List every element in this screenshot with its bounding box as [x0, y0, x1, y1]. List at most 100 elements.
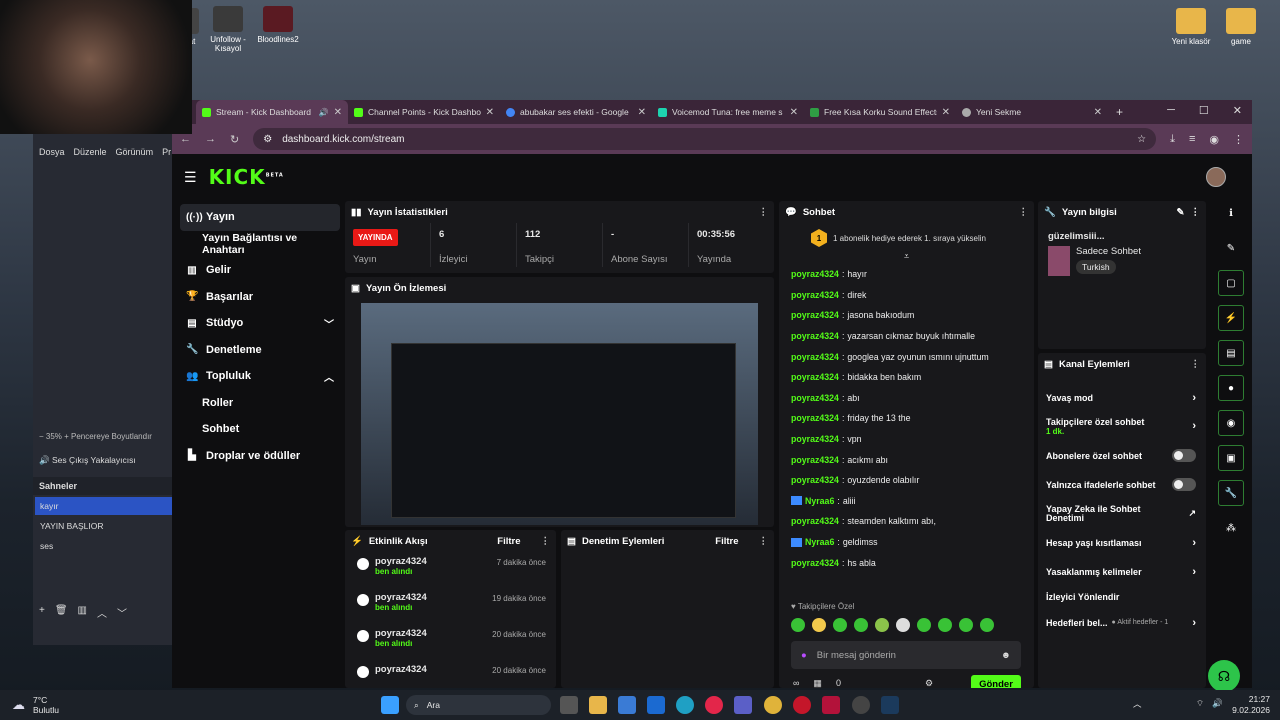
minimize-icon[interactable]: ─: [1167, 104, 1175, 117]
weather-widget[interactable]: 7°C Bulutlu: [33, 695, 59, 715]
close-window-icon[interactable]: ✕: [1233, 104, 1242, 117]
filter-button[interactable]: Filtre: [715, 536, 738, 547]
tray-volume-icon[interactable]: 🔊: [1212, 698, 1223, 709]
close-tab-icon[interactable]: ✕: [1094, 107, 1102, 118]
maximize-icon[interactable]: ☐: [1199, 104, 1209, 117]
move-up-icon[interactable]: ︿: [97, 605, 107, 620]
emote-icon[interactable]: [959, 618, 973, 632]
browser-tab[interactable]: Yeni Sekme ✕: [956, 100, 1108, 124]
more-options-icon[interactable]: ⋮: [759, 207, 769, 218]
file-explorer-icon[interactable]: [589, 696, 607, 714]
store-icon[interactable]: [618, 696, 636, 714]
obs-menu-view[interactable]: Görünüm: [116, 147, 154, 157]
action-banned-words[interactable]: Yasaklanmış kelimeler ›: [1038, 557, 1206, 586]
browser-tab[interactable]: Free Kısa Korku Sound Effects ✕: [804, 100, 956, 124]
windows-start-icon[interactable]: [381, 696, 399, 714]
chat-username[interactable]: poyraz4324: [791, 372, 839, 382]
taskbar-search[interactable]: ⌕ Ara: [406, 695, 551, 715]
action-subscribers-only[interactable]: Abonelere özel sohbet: [1038, 441, 1206, 470]
menu-dots-icon[interactable]: ⋮: [1233, 133, 1244, 146]
toggle-switch[interactable]: [1172, 478, 1196, 491]
browser-tab[interactable]: abubakar ses efekti - Google ✕: [500, 100, 652, 124]
chat-username[interactable]: poyraz4324: [791, 413, 839, 423]
edge-icon[interactable]: [676, 696, 694, 714]
close-tab-icon[interactable]: ✕: [638, 107, 646, 118]
emote-icon[interactable]: [833, 618, 847, 632]
chat-username[interactable]: poyraz4324: [791, 393, 839, 403]
browser-tab[interactable]: Channel Points - Kick Dashbo ✕: [348, 100, 500, 124]
chat-username[interactable]: poyraz4324: [791, 516, 839, 526]
delete-icon[interactable]: 🗑: [55, 605, 68, 620]
audio-icon[interactable]: 🔊: [319, 108, 329, 117]
scan-icon[interactable]: ▢: [1218, 270, 1244, 296]
browser-tab[interactable]: Stream - Kick Dashboard 🔊 ✕: [196, 100, 348, 124]
sidebar-item-revenue[interactable]: ▥ Gelir: [180, 257, 340, 284]
url-field[interactable]: ⚙ dashboard.kick.com/stream ☆: [253, 128, 1157, 150]
bookmark-star-icon[interactable]: ☆: [1137, 134, 1146, 145]
site-info-icon[interactable]: ⚙: [263, 134, 272, 145]
obs-scene-item[interactable]: ses: [35, 537, 173, 555]
chat-username[interactable]: poyraz4324: [791, 434, 839, 444]
emote-icon[interactable]: [980, 618, 994, 632]
media-icon[interactable]: ≡: [1189, 133, 1195, 146]
wrench-icon[interactable]: 🔧: [1218, 480, 1244, 506]
add-icon[interactable]: +: [39, 605, 45, 620]
opera-icon[interactable]: [793, 696, 811, 714]
browser-tab[interactable]: Voicemod Tuna: free meme s ✕: [652, 100, 804, 124]
chat-input[interactable]: ● Bir mesaj gönderin ☻: [791, 641, 1021, 669]
more-options-icon[interactable]: ⋮: [1191, 207, 1201, 218]
emote-icon[interactable]: [812, 618, 826, 632]
chat-bubble-icon[interactable]: ●: [1218, 375, 1244, 401]
action-redirect-viewers[interactable]: İzleyici Yönlendir: [1038, 586, 1206, 608]
download-icon[interactable]: ⤓: [1170, 133, 1175, 146]
teams-icon[interactable]: [734, 696, 752, 714]
info-icon[interactable]: ℹ: [1218, 200, 1244, 226]
obs-menu-edit[interactable]: Düzenle: [74, 147, 107, 157]
steam-icon[interactable]: [881, 696, 899, 714]
more-options-icon[interactable]: ⋮: [1019, 207, 1029, 218]
panel-icon[interactable]: ▣: [1218, 445, 1244, 471]
action-goals[interactable]: Hedefleri bel... ● Aktif hedefler - 1 ›: [1038, 608, 1206, 637]
microphone-icon[interactable]: ●: [801, 650, 807, 661]
avatar[interactable]: [1206, 167, 1226, 187]
obs-icon[interactable]: [852, 696, 870, 714]
emote-icon[interactable]: [854, 618, 868, 632]
desktop-icon-game[interactable]: game: [1211, 8, 1271, 46]
note-icon[interactable]: ▤: [1218, 340, 1244, 366]
sidebar-item-drops[interactable]: ▙ Droplar ve ödüller: [180, 443, 340, 470]
sidebar-item-achievements[interactable]: 🏆 Başarılar: [180, 284, 340, 311]
chat-username[interactable]: Nyraa6: [805, 537, 834, 547]
chat-username[interactable]: poyraz4324: [791, 475, 839, 485]
task-view-icon[interactable]: [560, 696, 578, 714]
new-tab-icon[interactable]: +: [1108, 105, 1131, 119]
sidebar-item-studio[interactable]: ▤ Stüdyo ﹀: [180, 310, 340, 337]
sidebar-item-stream[interactable]: ((·)) Yayın: [180, 204, 340, 231]
points-icon[interactable]: ∞: [793, 678, 799, 688]
lightning-icon[interactable]: ⚡: [1218, 305, 1244, 331]
obs-scene-item[interactable]: YAYIN BAŞLIOR: [35, 517, 173, 535]
action-account-age[interactable]: Hesap yaşı kısıtlaması ›: [1038, 528, 1206, 557]
tray-wifi-icon[interactable]: ⌔: [1196, 698, 1204, 709]
close-tab-icon[interactable]: ✕: [334, 107, 342, 118]
sidebar-item-moderation[interactable]: 🔧 Denetleme: [180, 337, 340, 364]
chat-username[interactable]: poyraz4324: [791, 290, 839, 300]
outlook-icon[interactable]: [647, 696, 665, 714]
emote-icon[interactable]: [875, 618, 889, 632]
stream-preview-video[interactable]: [361, 303, 758, 525]
emote-icon[interactable]: [938, 618, 952, 632]
chat-username[interactable]: poyraz4324: [791, 352, 839, 362]
action-slow-mode[interactable]: Yavaş mod ›: [1038, 383, 1206, 412]
emote-icon[interactable]: [791, 618, 805, 632]
obs-menu-profile[interactable]: Pr: [162, 147, 171, 157]
obs-zoom-controls[interactable]: − 35% + Pencereye Boyutlandır: [39, 432, 152, 441]
emote-icon[interactable]: [917, 618, 931, 632]
filter-button[interactable]: Filtre: [497, 536, 520, 547]
more-options-icon[interactable]: ⋮: [1191, 359, 1201, 370]
broadcast-icon[interactable]: ◉: [1218, 410, 1244, 436]
chat-username[interactable]: Nyraa6: [805, 496, 834, 506]
emoji-icon[interactable]: ☻: [1001, 650, 1011, 661]
scroll-down-icon[interactable]: ⩡: [779, 251, 1034, 262]
obs-audio-source[interactable]: 🔊 Ses Çıkış Yakalayıcısı: [39, 455, 136, 466]
more-options-icon[interactable]: ⋮: [759, 536, 769, 547]
drops-icon[interactable]: ⁂: [1218, 515, 1244, 541]
